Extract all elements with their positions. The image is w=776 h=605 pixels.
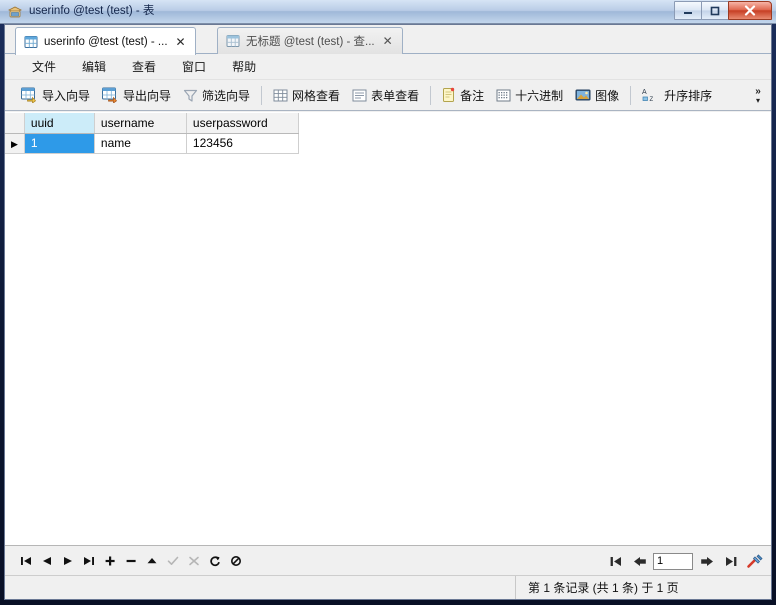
tab-untitled-query[interactable]: 无标题 @test (test) - 查... ✕	[217, 27, 403, 54]
page-number-input[interactable]	[653, 552, 693, 570]
svg-text:Z: Z	[650, 97, 654, 103]
cell-uuid[interactable]: 1	[24, 133, 95, 154]
window-title: userinfo @test (test) - 表	[29, 5, 155, 17]
filter-wizard-icon	[183, 88, 198, 103]
query-icon	[226, 34, 240, 48]
export-wizard-icon	[102, 87, 119, 104]
grid-body: ▶ 1 name 123456	[5, 133, 299, 154]
menu-item-edit[interactable]: 编辑	[69, 55, 119, 78]
svg-text:A: A	[642, 89, 647, 96]
menu-bar: 文件 编辑 查看 窗口 帮助	[5, 54, 771, 80]
record-nav-buttons	[5, 551, 246, 571]
grid-header: uuid username userpassword	[5, 113, 299, 134]
delete-record-button[interactable]	[120, 551, 141, 571]
toolbar-label: 导入向导	[42, 88, 91, 103]
window-controls	[674, 1, 772, 20]
tab-close-icon[interactable]: ✕	[381, 35, 395, 47]
record-navigation-bar	[5, 545, 771, 575]
toolbar-label: 筛选向导	[202, 88, 251, 103]
grid-view-icon	[273, 88, 288, 103]
table-row[interactable]: ▶ 1 name 123456	[5, 133, 299, 154]
cell-userpassword[interactable]: 123456	[186, 133, 299, 154]
toolbar-separator	[430, 85, 432, 105]
edit-record-button[interactable]	[141, 551, 162, 571]
previous-page-button[interactable]	[629, 551, 650, 571]
title-bar-left: userinfo @test (test) - 表	[7, 3, 154, 20]
minimize-button[interactable]	[674, 1, 702, 20]
refresh-button[interactable]	[204, 551, 225, 571]
menu-item-window[interactable]: 窗口	[169, 55, 219, 78]
sort-ascending-button[interactable]: A Z 升序排序	[636, 83, 718, 108]
toolbar-label: 网格查看	[292, 88, 341, 103]
toolbar-separator	[261, 85, 263, 105]
discard-change-button[interactable]	[183, 551, 204, 571]
menu-item-help[interactable]: 帮助	[219, 55, 269, 78]
import-wizard-button[interactable]: 导入向导	[15, 83, 96, 108]
image-icon	[575, 88, 591, 102]
next-page-button[interactable]	[696, 551, 717, 571]
filter-wizard-button[interactable]: 筛选向导	[177, 83, 256, 108]
title-bar: userinfo @test (test) - 表	[0, 0, 776, 24]
memo-icon	[442, 87, 456, 103]
toolbar: 导入向导 导出向导 筛选向导 网格查看 表单查看 备注 十六进制 图像 A Z …	[5, 80, 771, 111]
application-window: userinfo @test (test) - 表 userinfo @test…	[0, 0, 776, 605]
toolbar-label: 十六进制	[515, 88, 564, 103]
maximize-button[interactable]	[701, 1, 729, 20]
first-page-button[interactable]	[605, 551, 626, 571]
table-window-icon	[7, 4, 23, 20]
toolbar-separator	[630, 85, 632, 105]
grid-view-button[interactable]: 网格查看	[267, 83, 346, 108]
next-record-button[interactable]	[57, 551, 78, 571]
apply-change-button[interactable]	[162, 551, 183, 571]
menu-item-view[interactable]: 查看	[119, 55, 169, 78]
import-wizard-icon	[21, 87, 38, 104]
toolbar-overflow-button[interactable]: » ▾	[748, 80, 768, 111]
column-header-uuid[interactable]: uuid	[24, 113, 95, 134]
first-record-button[interactable]	[15, 551, 36, 571]
row-marker-cell[interactable]: ▶	[5, 133, 25, 154]
menu-item-file[interactable]: 文件	[19, 55, 69, 78]
cell-username[interactable]: name	[94, 133, 187, 154]
status-bar: 第 1 条记录 (共 1 条) 于 1 页	[5, 575, 771, 599]
tab-bar: userinfo @test (test) - ... ✕ 无标题 @test …	[5, 25, 771, 55]
toolbar-label: 升序排序	[664, 88, 713, 103]
form-view-button[interactable]: 表单查看	[346, 83, 425, 108]
chevron-double-right-icon: »	[755, 85, 761, 97]
toolbar-label: 备注	[460, 88, 485, 103]
column-header-userpassword[interactable]: userpassword	[186, 113, 299, 134]
row-header-corner	[5, 113, 25, 134]
close-button[interactable]	[728, 1, 772, 20]
data-grid: uuid username userpassword ▶ 1 name 1234…	[5, 113, 299, 154]
record-status-text: 第 1 条记录 (共 1 条) 于 1 页	[515, 576, 771, 599]
toolbar-label: 导出向导	[123, 88, 172, 103]
tab-label: 无标题 @test (test) - 查...	[246, 36, 375, 48]
stop-button[interactable]	[225, 551, 246, 571]
grid-header-row: uuid username userpassword	[5, 113, 299, 134]
last-page-button[interactable]	[720, 551, 741, 571]
hex-button[interactable]: 十六进制	[490, 83, 569, 108]
toolbar-label: 表单查看	[371, 88, 420, 103]
column-header-username[interactable]: username	[94, 113, 187, 134]
hex-icon	[496, 88, 511, 103]
add-record-button[interactable]	[99, 551, 120, 571]
pagination-controls	[605, 546, 765, 576]
memo-button[interactable]: 备注	[436, 83, 490, 108]
last-record-button[interactable]	[78, 551, 99, 571]
data-grid-area[interactable]: uuid username userpassword ▶ 1 name 1234…	[5, 112, 771, 545]
tab-close-icon[interactable]: ✕	[174, 36, 188, 48]
previous-record-button[interactable]	[36, 551, 57, 571]
form-view-icon	[352, 88, 367, 103]
export-wizard-button[interactable]: 导出向导	[96, 83, 177, 108]
tab-label: userinfo @test (test) - ...	[44, 35, 168, 48]
table-icon	[24, 35, 38, 49]
image-button[interactable]: 图像	[569, 83, 625, 108]
current-row-marker-icon: ▶	[11, 139, 18, 149]
client-area: userinfo @test (test) - ... ✕ 无标题 @test …	[4, 24, 772, 600]
tab-userinfo[interactable]: userinfo @test (test) - ... ✕	[15, 27, 196, 55]
pagination-settings-button[interactable]	[744, 551, 765, 571]
sort-asc-icon: A Z	[642, 87, 660, 103]
toolbar-label: 图像	[595, 88, 620, 103]
chevron-down-icon: ▾	[755, 95, 760, 105]
